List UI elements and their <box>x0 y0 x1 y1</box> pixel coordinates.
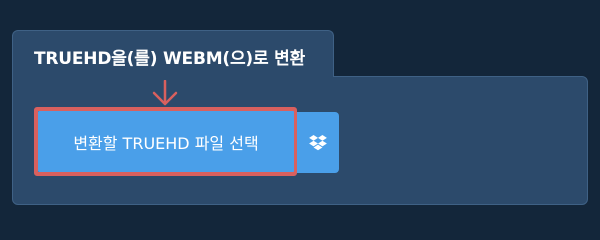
dropbox-button[interactable] <box>297 112 339 173</box>
converter-widget: TRUEHD을(를) WEBM(으)로 변환 변환할 TRUEHD 파일 선택 <box>0 0 600 230</box>
choose-file-label: 변환할 TRUEHD 파일 선택 <box>73 133 259 153</box>
choose-file-button[interactable]: 변환할 TRUEHD 파일 선택 <box>38 111 294 172</box>
arrow-down-icon <box>152 80 178 106</box>
panel-title: TRUEHD을(를) WEBM(으)로 변환 <box>34 49 306 69</box>
dropbox-icon <box>309 134 327 150</box>
